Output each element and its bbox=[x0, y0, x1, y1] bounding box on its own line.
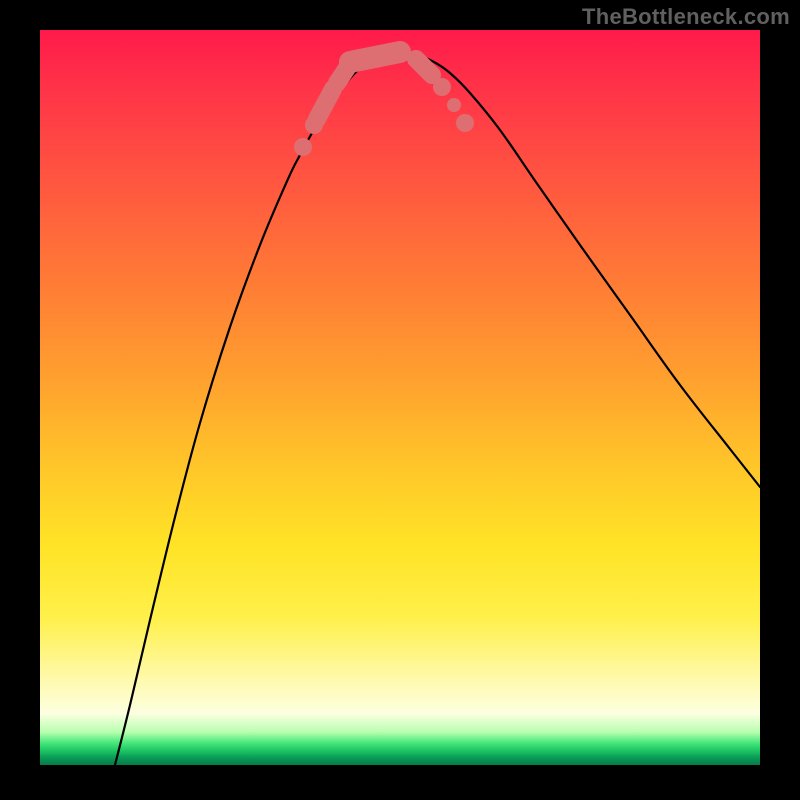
watermark-text: TheBottleneck.com bbox=[582, 4, 790, 30]
marker-pill bbox=[317, 89, 333, 119]
plot-area bbox=[40, 30, 760, 765]
bottleneck-curve bbox=[115, 52, 760, 765]
marker-dot bbox=[433, 78, 451, 96]
marker-pill bbox=[418, 61, 432, 75]
marker-dot bbox=[294, 138, 312, 156]
marker-layer bbox=[294, 50, 474, 156]
marker-dot bbox=[456, 114, 474, 132]
chart-frame: TheBottleneck.com bbox=[0, 0, 800, 800]
marker-dot bbox=[447, 98, 461, 112]
chart-svg bbox=[40, 30, 760, 765]
marker-pill bbox=[350, 52, 400, 62]
